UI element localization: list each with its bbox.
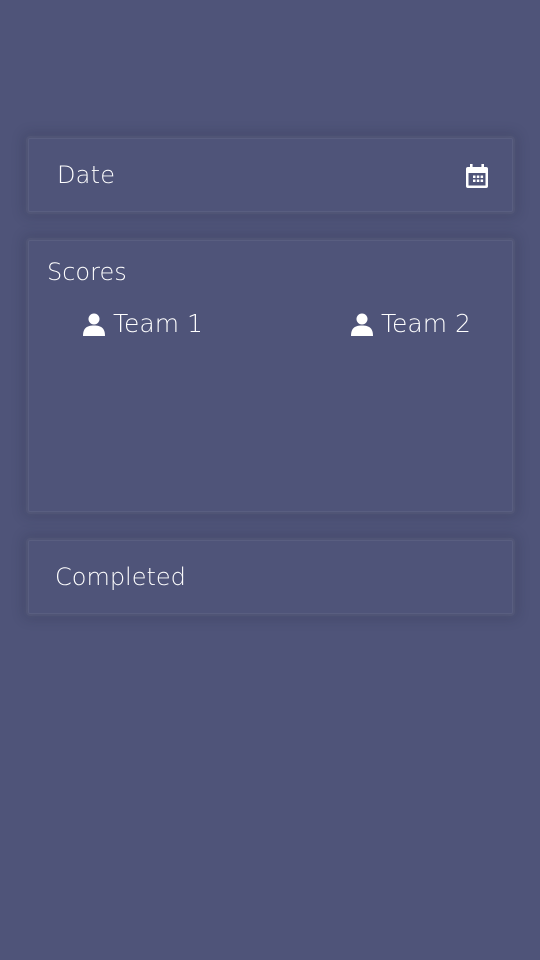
- team-2-header: Team 2: [349, 309, 471, 338]
- person-icon: [81, 311, 107, 337]
- person-icon: [349, 311, 375, 337]
- date-label: Date: [57, 161, 116, 189]
- team-2-label: Team 2: [381, 309, 471, 338]
- team-1-header: Team 1: [81, 309, 203, 338]
- team-1-label: Team 1: [113, 309, 203, 338]
- date-field[interactable]: Date: [28, 138, 513, 212]
- completed-field[interactable]: Completed: [28, 540, 513, 614]
- scores-panel: Scores Team 1 Team 2: [28, 240, 513, 512]
- calendar-icon[interactable]: [463, 162, 491, 190]
- scores-title: Scores: [47, 258, 127, 286]
- completed-label: Completed: [55, 563, 186, 591]
